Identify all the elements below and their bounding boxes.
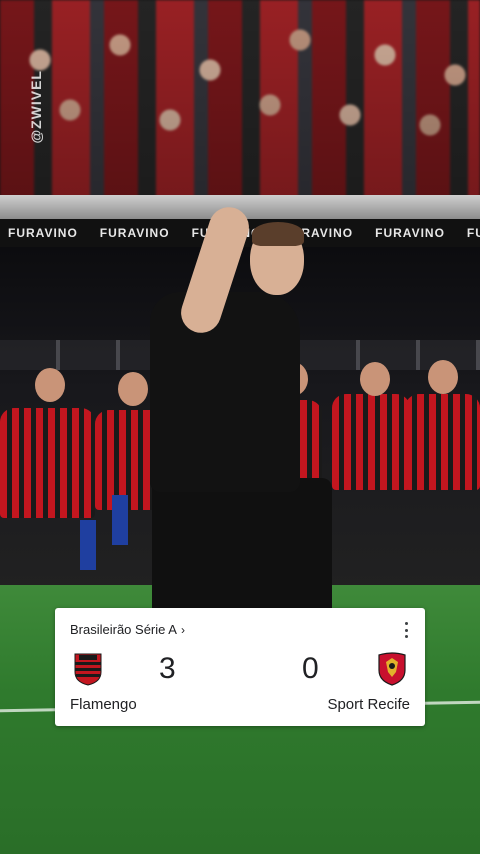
flamengo-crest-icon [74,653,102,686]
crowd-shade [0,0,480,205]
away-score: 0 [302,652,319,685]
watermark: @ZWIVEL [28,70,44,144]
coach-hair [252,222,304,246]
player-head [118,372,148,406]
coach-legs [152,478,332,628]
home-score: 3 [159,652,176,685]
away-team-name: Sport Recife [327,696,410,713]
ad-text: FURAVINO [99,226,170,240]
ad-text: FURAVINO [375,226,445,240]
score-card[interactable]: Brasileirão Série A › 3 0 Flamengo Sport… [55,608,425,726]
bench-player [405,394,480,490]
player-sock [112,495,128,545]
more-options-icon[interactable] [403,622,409,638]
competition-link[interactable]: Brasileirão Série A › [70,622,185,637]
sport-recife-crest-icon [378,652,406,686]
bench-player [0,408,95,518]
player-head [360,362,390,396]
ad-text: FURAVINO [8,226,78,240]
competition-name: Brasileirão Série A [70,622,177,637]
chevron-right-icon: › [180,622,185,637]
ad-text: FURAVINO [466,226,480,240]
player-sock [80,520,96,570]
bench-player [332,394,410,490]
home-team-name: Flamengo [70,696,137,713]
player-head [35,368,65,402]
coach-shirt [150,292,300,492]
player-head [428,360,458,394]
